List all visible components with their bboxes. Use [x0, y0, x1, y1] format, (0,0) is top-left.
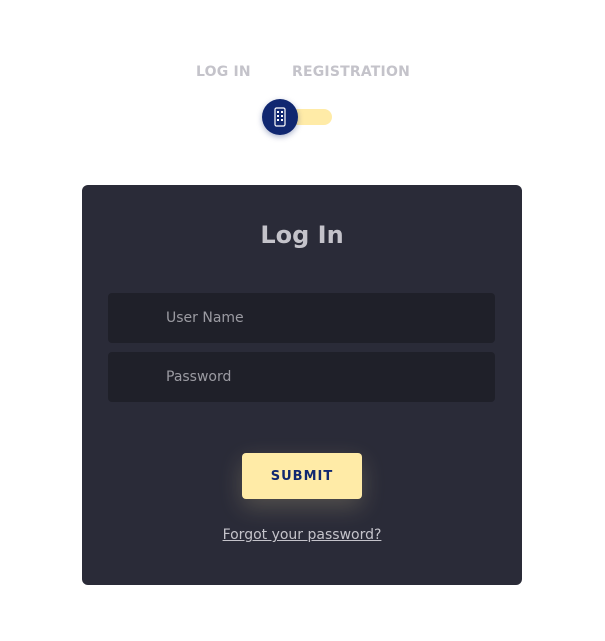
- form-toggle-switch[interactable]: [262, 99, 334, 135]
- password-input[interactable]: [108, 352, 495, 402]
- submit-button[interactable]: SUBMIT: [242, 453, 362, 499]
- toggle-knob[interactable]: [262, 99, 298, 135]
- tab-login[interactable]: LOG IN: [196, 64, 251, 80]
- login-card: Log In SUBMIT Forgot your password?: [82, 185, 522, 585]
- login-page: LOG IN REGISTRATION Log In SUBMIT Forgot: [0, 0, 605, 641]
- username-input[interactable]: [108, 293, 495, 343]
- username-field: [108, 293, 495, 343]
- form-switch-tabs: LOG IN REGISTRATION: [0, 64, 605, 84]
- card-title: Log In: [260, 221, 344, 249]
- tab-registration[interactable]: REGISTRATION: [292, 64, 410, 80]
- toggle-switch-icon: [274, 107, 286, 127]
- password-field: [108, 352, 495, 402]
- forgot-password-link[interactable]: Forgot your password?: [82, 527, 522, 543]
